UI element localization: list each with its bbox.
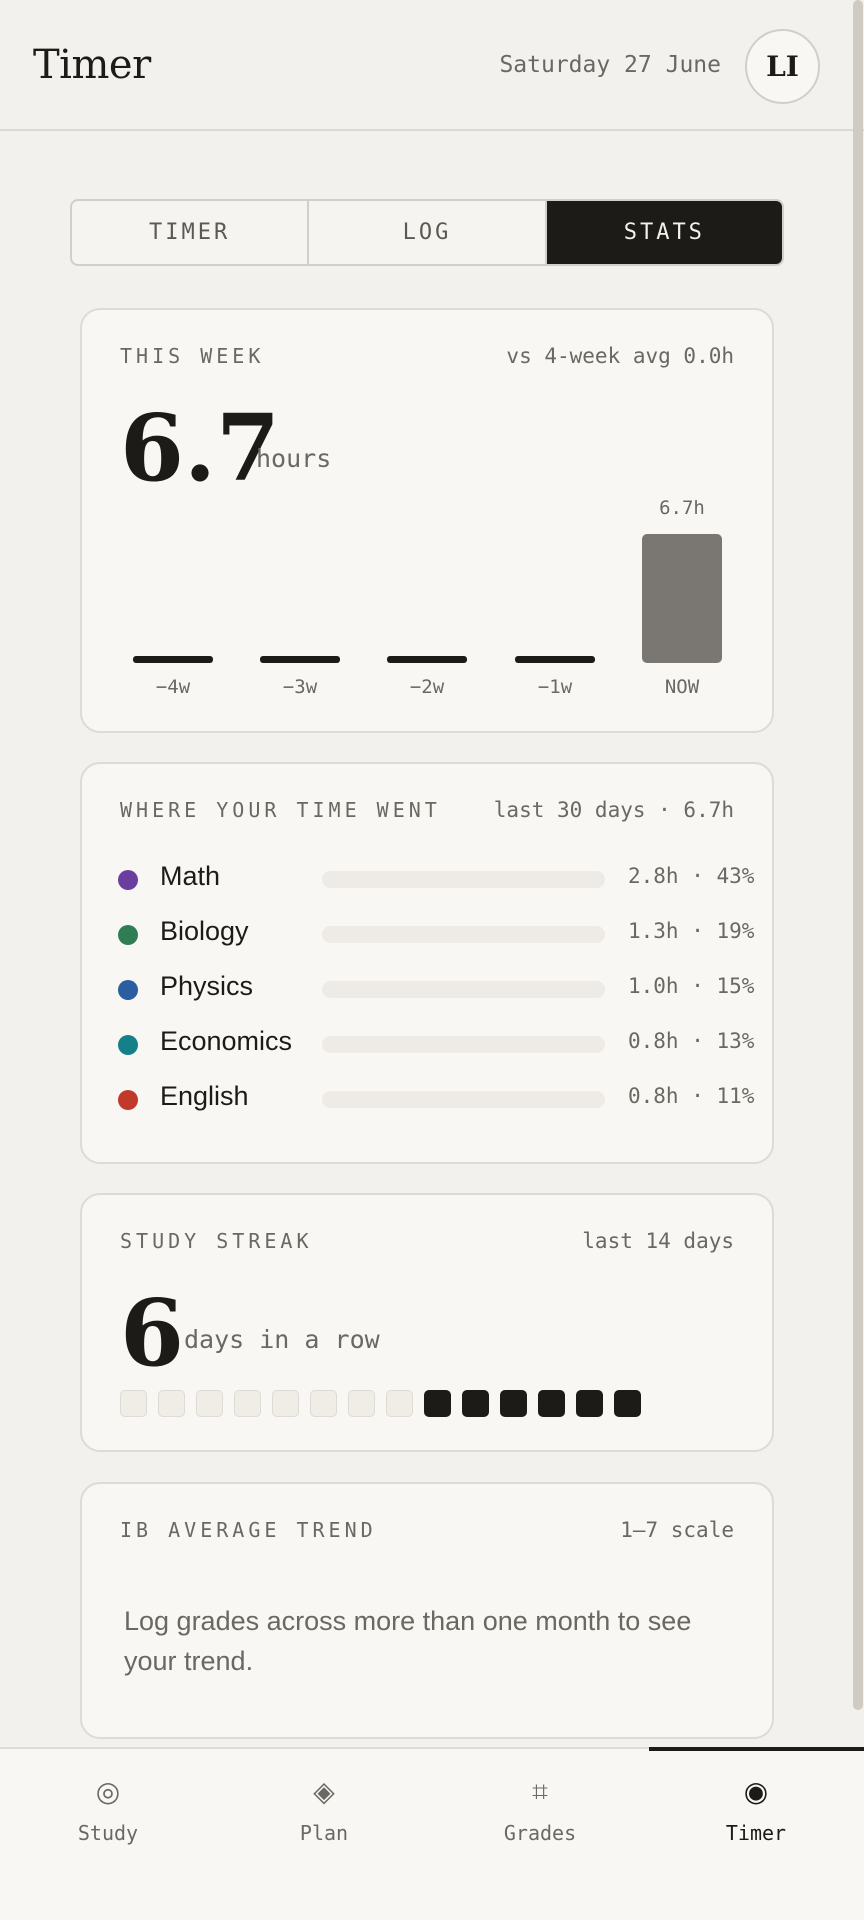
nav-item-timer[interactable]: ◉ Timer bbox=[648, 1749, 864, 1869]
avatar[interactable]: LI bbox=[745, 29, 820, 104]
subject-value: 0.8h · 13% bbox=[628, 1029, 755, 1053]
subject-row: Physics 1.0h · 15% bbox=[118, 968, 754, 1008]
card-label: WHERE YOUR TIME WENT bbox=[120, 798, 441, 822]
streak-day-inactive bbox=[348, 1390, 375, 1417]
streak-day-inactive bbox=[234, 1390, 261, 1417]
subject-color-dot bbox=[118, 1035, 138, 1055]
subject-color-dot bbox=[118, 980, 138, 1000]
subject-row: Economics 0.8h · 13% bbox=[118, 1023, 754, 1063]
study-icon: ◎ bbox=[95, 1775, 121, 1808]
week-bar bbox=[260, 656, 340, 663]
streak-value: 6 bbox=[120, 1279, 185, 1387]
study-streak-card: STUDY STREAK last 14 days 6 days in a ro… bbox=[80, 1193, 774, 1452]
tab-timer[interactable]: TIMER bbox=[72, 201, 310, 264]
streak-day-active bbox=[462, 1390, 489, 1417]
grades-icon: ⌗ bbox=[532, 1775, 548, 1808]
nav-label: Plan bbox=[299, 1821, 349, 1845]
weekly-bar-chart: −4w −3w −2w −1w NOW 6.7h bbox=[133, 497, 722, 698]
tab-log[interactable]: LOG bbox=[309, 201, 547, 264]
streak-calendar bbox=[120, 1390, 641, 1417]
week-tick-label: −2w bbox=[410, 676, 445, 698]
week-tick-label: NOW bbox=[665, 676, 700, 698]
nav-item-grades[interactable]: ⌗ Grades bbox=[432, 1749, 648, 1869]
subject-progress-track bbox=[322, 1091, 605, 1108]
subject-row: Math 2.8h · 43% bbox=[118, 858, 754, 898]
card-label: STUDY STREAK bbox=[120, 1229, 313, 1253]
card-label: IB AVERAGE TREND bbox=[120, 1518, 377, 1542]
week-bar bbox=[133, 656, 213, 663]
nav-item-plan[interactable]: ◈ Plan bbox=[216, 1749, 432, 1869]
subject-value: 0.8h · 11% bbox=[628, 1084, 755, 1108]
week-tick-label: −3w bbox=[283, 676, 318, 698]
streak-day-inactive bbox=[272, 1390, 299, 1417]
subject-color-dot bbox=[118, 870, 138, 890]
streak-day-active bbox=[500, 1390, 527, 1417]
week-tick-label: −4w bbox=[156, 676, 191, 698]
subject-progress-track bbox=[322, 926, 605, 943]
subject-value: 2.8h · 43% bbox=[628, 864, 755, 888]
plan-icon: ◈ bbox=[313, 1775, 335, 1808]
streak-day-inactive bbox=[310, 1390, 337, 1417]
subject-progress-track bbox=[322, 981, 605, 998]
subject-name: English bbox=[160, 1081, 249, 1111]
view-tabs: TIMER LOG STATS bbox=[70, 199, 784, 266]
week-tick-label: −1w bbox=[538, 676, 573, 698]
subject-name: Biology bbox=[160, 916, 249, 946]
week-bar bbox=[387, 656, 467, 663]
date-label: Saturday 27 June bbox=[499, 52, 721, 78]
streak-day-active bbox=[576, 1390, 603, 1417]
this-week-card: THIS WEEK vs 4-week avg 0.0h 6.7 hours −… bbox=[80, 308, 774, 733]
streak-day-active bbox=[614, 1390, 641, 1417]
subject-value: 1.0h · 15% bbox=[628, 974, 755, 998]
nav-label: Grades bbox=[503, 1821, 577, 1845]
card-meta: 1–7 scale bbox=[620, 1518, 734, 1542]
week-bar bbox=[515, 656, 595, 663]
card-meta: last 30 days · 6.7h bbox=[493, 798, 734, 822]
subject-progress-track bbox=[322, 1036, 605, 1053]
streak-day-inactive bbox=[158, 1390, 185, 1417]
streak-day-active bbox=[538, 1390, 565, 1417]
subject-name: Physics bbox=[160, 971, 254, 1001]
scrollbar[interactable] bbox=[853, 0, 863, 1710]
subject-color-dot bbox=[118, 1090, 138, 1110]
week-bar bbox=[642, 534, 722, 663]
week-bar-data-label: 6.7h bbox=[659, 497, 705, 519]
streak-day-inactive bbox=[386, 1390, 413, 1417]
subject-value: 1.3h · 19% bbox=[628, 919, 755, 943]
timer-icon: ◉ bbox=[743, 1775, 769, 1808]
streak-day-inactive bbox=[120, 1390, 147, 1417]
nav-label: Timer bbox=[725, 1821, 787, 1845]
subject-name: Economics bbox=[160, 1026, 293, 1056]
card-meta: last 14 days bbox=[582, 1229, 734, 1253]
tab-stats[interactable]: STATS bbox=[546, 201, 782, 264]
app-header: Timer Saturday 27 June LI bbox=[0, 0, 864, 131]
streak-unit: days in a row bbox=[184, 1325, 380, 1354]
subject-row: Biology 1.3h · 19% bbox=[118, 913, 754, 953]
ib-trend-card: IB AVERAGE TREND 1–7 scale Log grades ac… bbox=[80, 1482, 774, 1739]
streak-day-active bbox=[424, 1390, 451, 1417]
nav-label: Study bbox=[77, 1821, 139, 1845]
trend-empty-message: Log grades across more than one month to… bbox=[124, 1606, 692, 1676]
nav-item-study[interactable]: ◎ Study bbox=[0, 1749, 216, 1869]
subject-color-dot bbox=[118, 925, 138, 945]
subject-progress-track bbox=[322, 871, 605, 888]
time-breakdown-card: WHERE YOUR TIME WENT last 30 days · 6.7h… bbox=[80, 762, 774, 1164]
subject-name: Math bbox=[160, 861, 221, 891]
bottom-nav: ◎ Study ◈ Plan ⌗ Grades ◉ Timer bbox=[0, 1747, 864, 1920]
streak-day-inactive bbox=[196, 1390, 223, 1417]
subject-row: English 0.8h · 11% bbox=[118, 1078, 754, 1118]
app-title: Timer bbox=[33, 42, 151, 88]
